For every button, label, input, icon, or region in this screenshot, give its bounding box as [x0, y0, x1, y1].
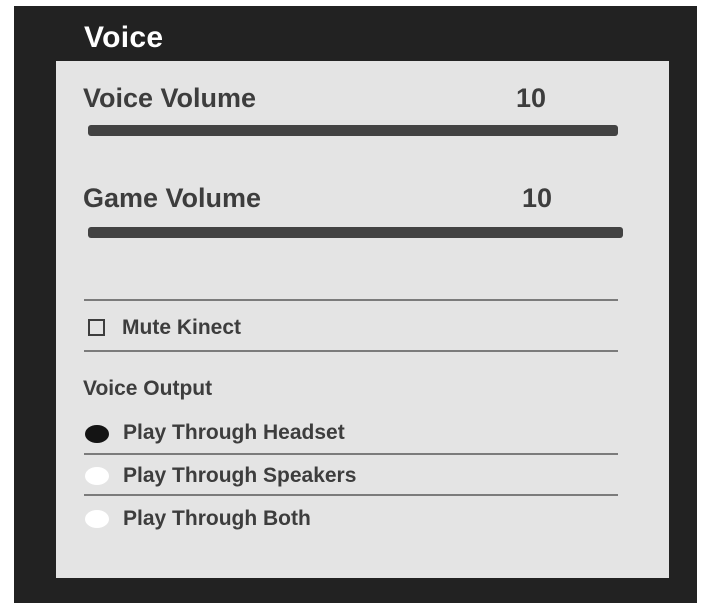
- divider: [84, 299, 618, 301]
- divider: [84, 494, 618, 496]
- game-volume-label: Game Volume: [83, 183, 262, 213]
- voice-output-heading: Voice Output: [83, 377, 213, 400]
- option-play-through-speakers[interactable]: Play Through Speakers: [123, 463, 356, 489]
- voice-volume-value: 10: [516, 83, 547, 113]
- option-play-through-both[interactable]: Play Through Both: [123, 506, 311, 532]
- divider: [84, 453, 618, 455]
- option-play-through-headset[interactable]: Play Through Headset: [123, 420, 345, 446]
- game-volume-slider[interactable]: [88, 227, 623, 238]
- mute-kinect-checkbox[interactable]: [88, 319, 105, 336]
- divider: [84, 350, 618, 352]
- radio-play-through-both[interactable]: [85, 510, 109, 528]
- mute-kinect-label[interactable]: Mute Kinect: [122, 315, 241, 341]
- section-title: Voice: [84, 21, 164, 54]
- game-volume-value: 10: [522, 183, 553, 213]
- radio-play-through-speakers[interactable]: [85, 467, 109, 485]
- radio-play-through-headset[interactable]: [85, 425, 109, 443]
- voice-volume-label: Voice Volume: [83, 83, 257, 113]
- voice-volume-slider[interactable]: [88, 125, 618, 136]
